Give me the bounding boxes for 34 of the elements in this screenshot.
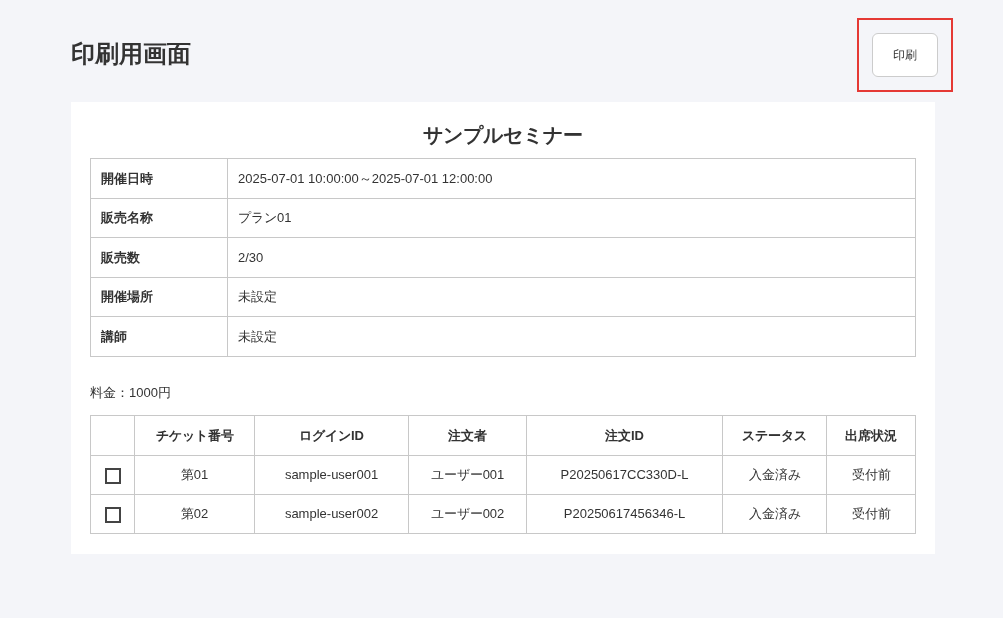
print-button[interactable]: 印刷	[872, 33, 938, 77]
table-cell: P20250617456346-L	[526, 494, 723, 534]
table-cell: 第02	[134, 494, 255, 534]
column-header: 出席状況	[826, 415, 916, 456]
column-header: 注文ID	[526, 415, 723, 456]
table-cell: 受付前	[826, 455, 916, 495]
detail-value: プラン01	[227, 198, 916, 238]
detail-label: 販売名称	[90, 198, 228, 238]
table-cell: P20250617CC330D-L	[526, 455, 723, 495]
row-checkbox[interactable]	[104, 506, 121, 523]
column-header: チケット番号	[134, 415, 255, 456]
table-cell: sample-user001	[254, 455, 409, 495]
table-cell: sample-user002	[254, 494, 409, 534]
seminar-title: サンプルセミナー	[422, 123, 584, 148]
page-title: 印刷用画面	[71, 39, 191, 69]
detail-value: 未設定	[227, 277, 916, 317]
detail-label: 開催日時	[90, 158, 228, 198]
column-header: ログインID	[254, 415, 409, 456]
detail-value: 2025-07-01 10:00:00～2025-07-01 12:00:00	[227, 158, 916, 198]
detail-value: 未設定	[227, 316, 916, 356]
table-cell: 第01	[134, 455, 255, 495]
table-cell: ユーザー002	[408, 494, 527, 534]
column-header: ステータス	[722, 415, 827, 456]
row-checkbox[interactable]	[104, 467, 121, 484]
column-header: 注文者	[408, 415, 527, 456]
table-cell: 入金済み	[722, 494, 827, 534]
table-cell: ユーザー001	[408, 455, 527, 495]
detail-label: 販売数	[90, 237, 228, 277]
fee-text: 料金：1000円	[90, 383, 172, 402]
detail-label: 講師	[90, 316, 228, 356]
detail-label: 開催場所	[90, 277, 228, 317]
table-cell: 入金済み	[722, 455, 827, 495]
table-cell: 受付前	[826, 494, 916, 534]
detail-value: 2/30	[227, 237, 916, 277]
